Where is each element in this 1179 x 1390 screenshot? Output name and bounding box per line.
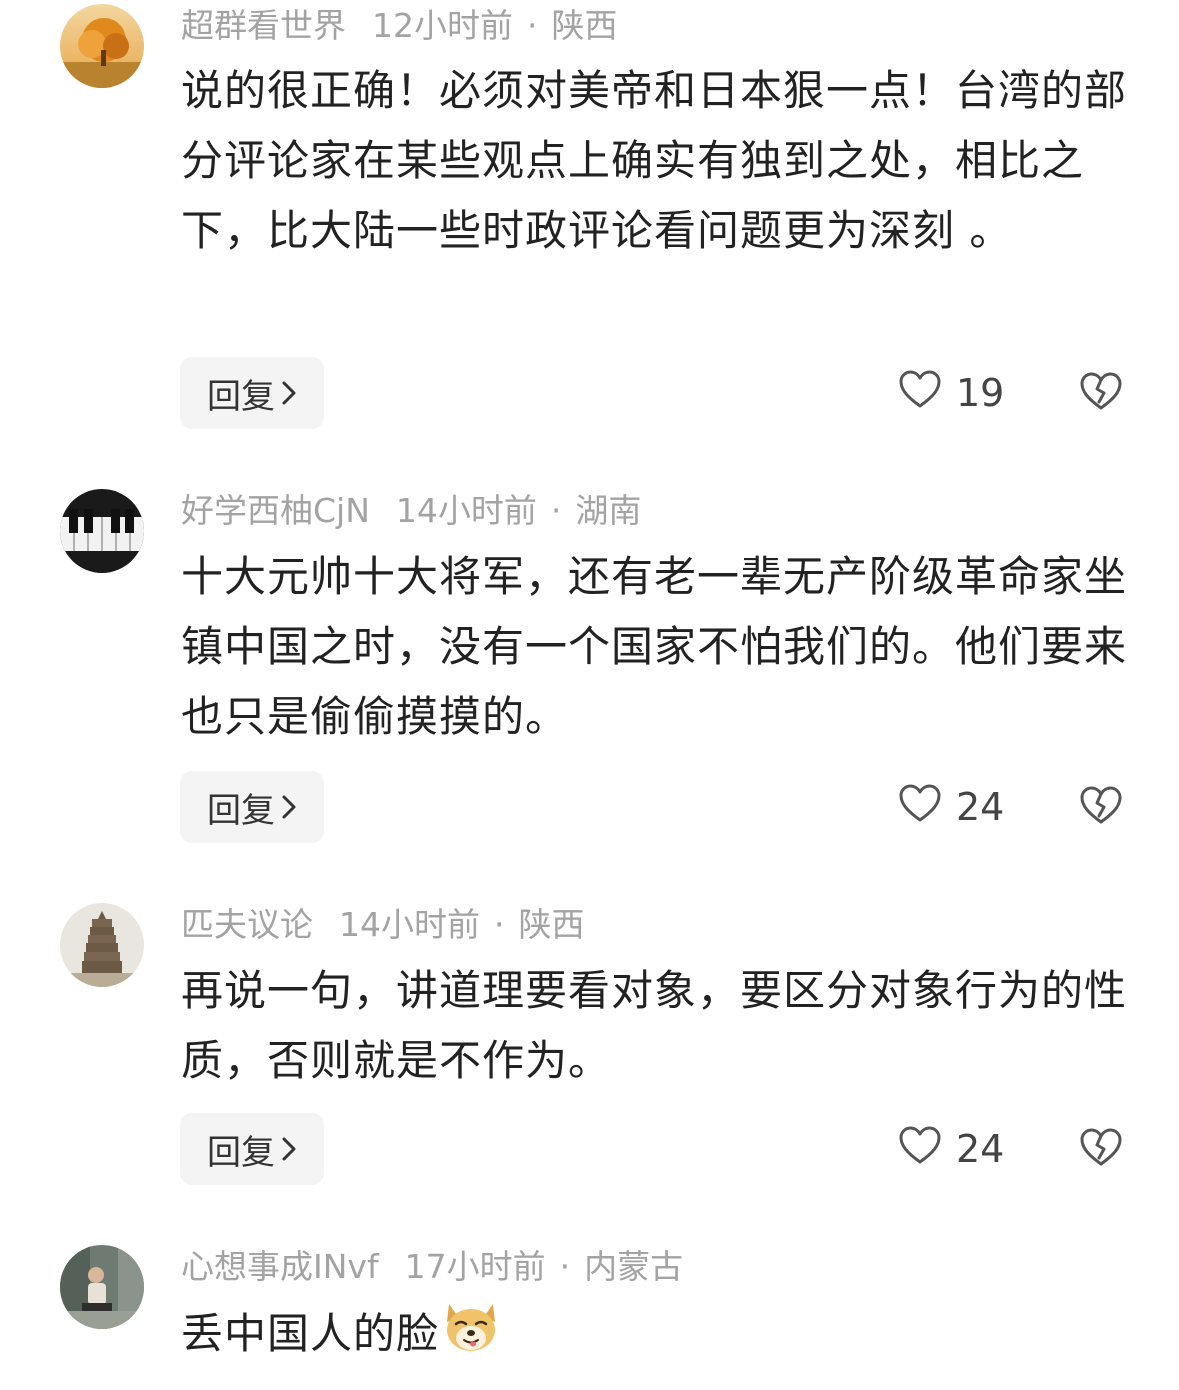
comment-time: 12小时前 [372, 6, 513, 45]
like-count: 24 [956, 1127, 1005, 1171]
heart-icon [898, 1125, 942, 1174]
comment-location: 陕西 [551, 6, 618, 45]
comment-meta: 匹夫议论 14小时前 · 陕西 [181, 903, 585, 947]
reply-label: 回复 [207, 376, 275, 417]
piano-keys-avatar-icon [60, 489, 144, 573]
like-count: 19 [956, 371, 1005, 415]
comment-text: 十大元帅十大将军，还有老一辈无产阶级革命家坐镇中国之时，没有一个国家不怕我们的。… [181, 552, 1128, 741]
reply-button[interactable]: 回复 [180, 357, 324, 429]
comment-meta: 超群看世界 12小时前 · 陕西 [181, 4, 618, 48]
autumn-tree-avatar-icon [60, 4, 144, 88]
user-avatar[interactable] [60, 4, 144, 88]
meta-separator: · [494, 905, 505, 944]
username[interactable]: 好学西柚CjN [181, 491, 370, 530]
user-avatar[interactable] [60, 489, 144, 573]
like-button[interactable]: 24 [898, 771, 1004, 843]
username[interactable]: 匹夫议论 [181, 905, 313, 944]
comment-text: 再说一句，讲道理要看对象，要区分对象行为的性质，否则就是不作为。 [181, 966, 1128, 1085]
comment-time: 14小时前 [339, 905, 480, 944]
username[interactable]: 心想事成INvf [181, 1247, 379, 1286]
comment-text: 说的很正确！必须对美帝和日本狠一点！台湾的部分评论家在某些观点上确实有独到之处，… [181, 66, 1128, 255]
pagoda-avatar-icon [60, 903, 144, 987]
username[interactable]: 超群看世界 [181, 6, 346, 45]
like-button[interactable]: 19 [898, 357, 1004, 429]
comment-meta: 心想事成INvf 17小时前 · 内蒙古 [181, 1245, 683, 1289]
reply-button[interactable]: 回复 [180, 771, 324, 843]
chevron-right-icon [281, 1136, 297, 1162]
comment-text: 丢中国人的脸 [181, 1309, 440, 1358]
comment-meta: 好学西柚CjN 14小时前 · 湖南 [181, 489, 641, 533]
dislike-button[interactable] [1078, 771, 1124, 843]
reply-label: 回复 [207, 1132, 275, 1173]
comment-text-row: 丢中国人的脸 [181, 1298, 1136, 1375]
comment-location: 内蒙古 [584, 1247, 684, 1286]
heart-icon [898, 369, 942, 418]
comment-time: 14小时前 [395, 491, 537, 530]
heart-icon [898, 783, 942, 832]
comment-location: 陕西 [518, 905, 585, 944]
chevron-right-icon [281, 794, 297, 820]
dislike-button[interactable] [1078, 1113, 1124, 1185]
broken-heart-icon [1079, 371, 1123, 415]
reply-button[interactable]: 回复 [180, 1113, 324, 1185]
person-photo-avatar-icon [60, 1245, 144, 1329]
doge-emoji-icon [441, 1298, 501, 1375]
chevron-right-icon [281, 380, 297, 406]
broken-heart-icon [1079, 1127, 1123, 1171]
user-avatar[interactable] [60, 903, 144, 987]
like-button[interactable]: 24 [898, 1113, 1004, 1185]
comment-location: 湖南 [575, 491, 642, 530]
meta-separator: · [527, 6, 538, 45]
dislike-button[interactable] [1078, 357, 1124, 429]
broken-heart-icon [1079, 785, 1123, 829]
reply-label: 回复 [207, 790, 275, 831]
meta-separator: · [559, 1247, 571, 1286]
meta-separator: · [550, 491, 562, 530]
comment-time: 17小时前 [404, 1247, 546, 1286]
user-avatar[interactable] [60, 1245, 144, 1329]
like-count: 24 [956, 785, 1005, 829]
